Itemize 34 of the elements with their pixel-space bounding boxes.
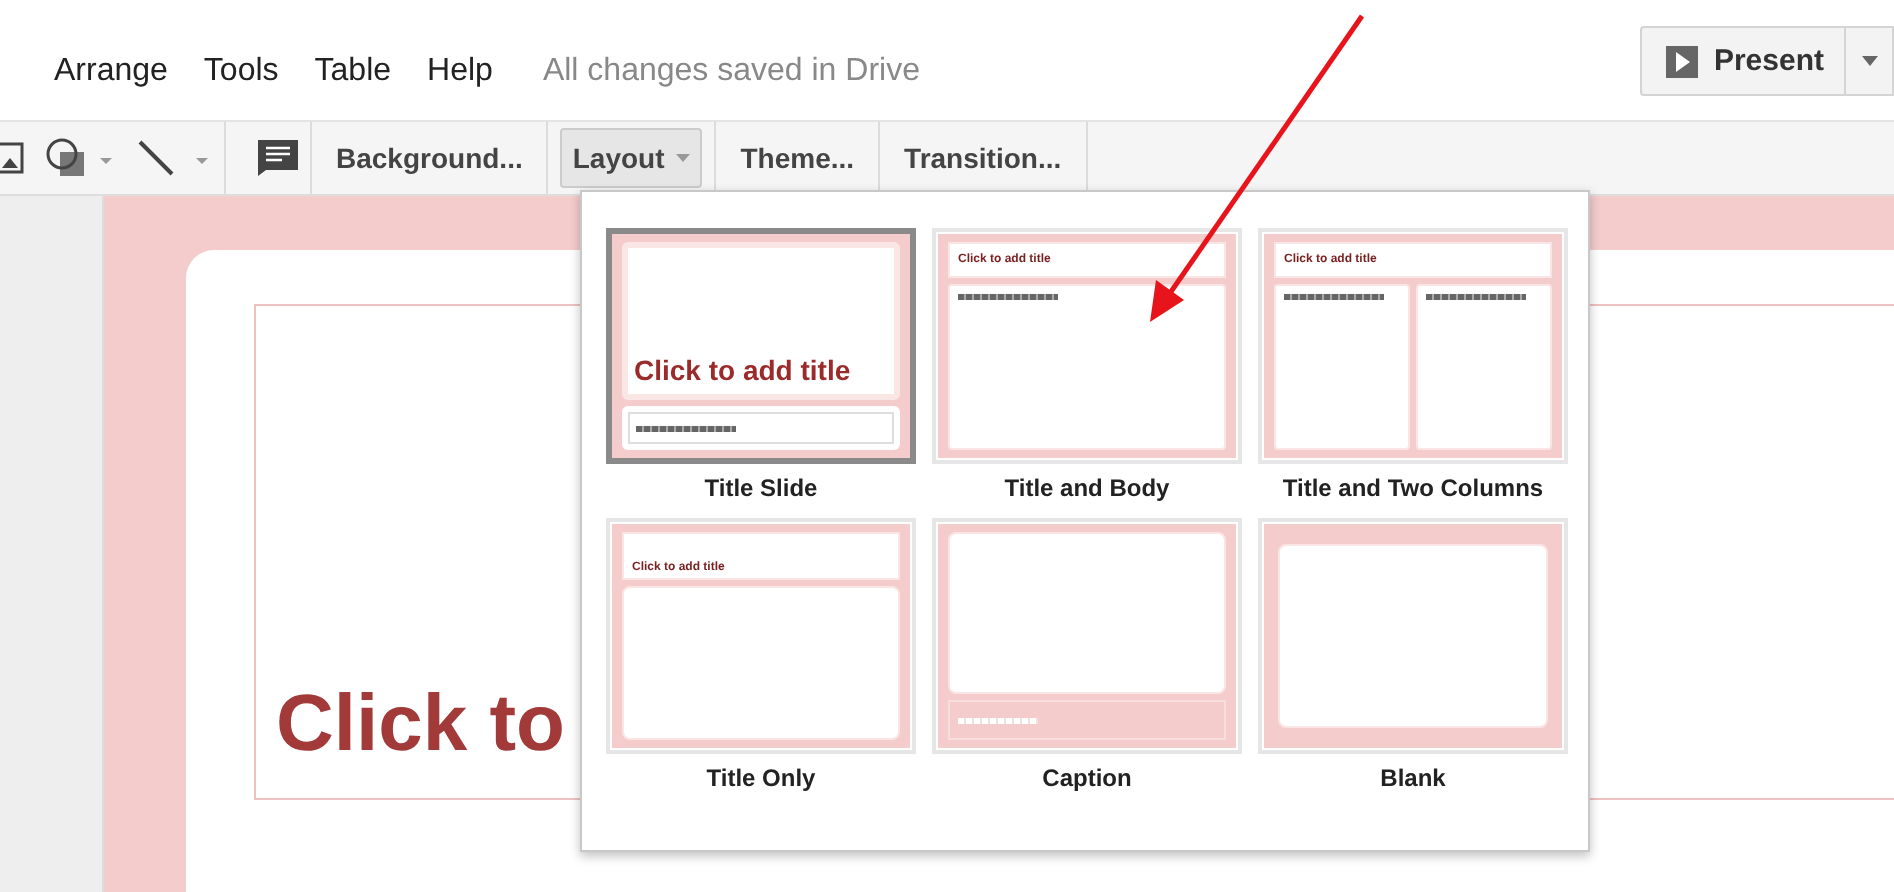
layout-button[interactable]: Layout xyxy=(560,128,703,188)
slide-title-placeholder: Click to xyxy=(276,680,565,770)
layout-name: Caption xyxy=(1042,764,1132,792)
save-status: All changes saved in Drive xyxy=(542,54,920,90)
text-line-mark xyxy=(1284,294,1384,300)
present-button[interactable]: Present xyxy=(1639,26,1846,96)
menu-item[interactable]: Table xyxy=(314,54,392,90)
text-line-mark xyxy=(958,294,1058,300)
caret-icon xyxy=(1861,56,1877,66)
menu-item[interactable]: Help xyxy=(427,54,493,90)
image-icon[interactable] xyxy=(0,142,24,174)
layout-name: Blank xyxy=(1380,764,1446,792)
toolbar-button[interactable]: Background... xyxy=(324,128,535,188)
toolbar-button[interactable]: Theme... xyxy=(728,128,867,188)
toolbar-button[interactable]: Transition... xyxy=(892,128,1074,188)
line-icon[interactable] xyxy=(136,138,212,178)
text-line-mark xyxy=(636,425,736,431)
layout-name: Title Only xyxy=(706,764,816,792)
layout-thumbnail[interactable] xyxy=(1258,518,1568,754)
thumbnail-title: Click to add title xyxy=(634,354,851,386)
text-line-mark xyxy=(958,717,1038,723)
caret-icon xyxy=(676,154,691,162)
play-icon xyxy=(1665,45,1698,77)
present-menu-button[interactable] xyxy=(1846,26,1894,96)
layout-name: Title Slide xyxy=(704,474,818,502)
shape-icon[interactable] xyxy=(44,138,116,178)
menu-item[interactable]: Arrange xyxy=(54,54,168,90)
layout-name: Title and Two Columns xyxy=(1282,474,1544,502)
menu-item[interactable]: Tools xyxy=(203,54,279,90)
layout-thumbnail[interactable] xyxy=(932,518,1242,754)
comment-icon[interactable] xyxy=(258,140,298,176)
text-line-mark xyxy=(1426,294,1526,300)
layout-name: Title and Body xyxy=(1004,474,1170,502)
layout-thumbnail[interactable]: Click to add title xyxy=(606,228,916,464)
